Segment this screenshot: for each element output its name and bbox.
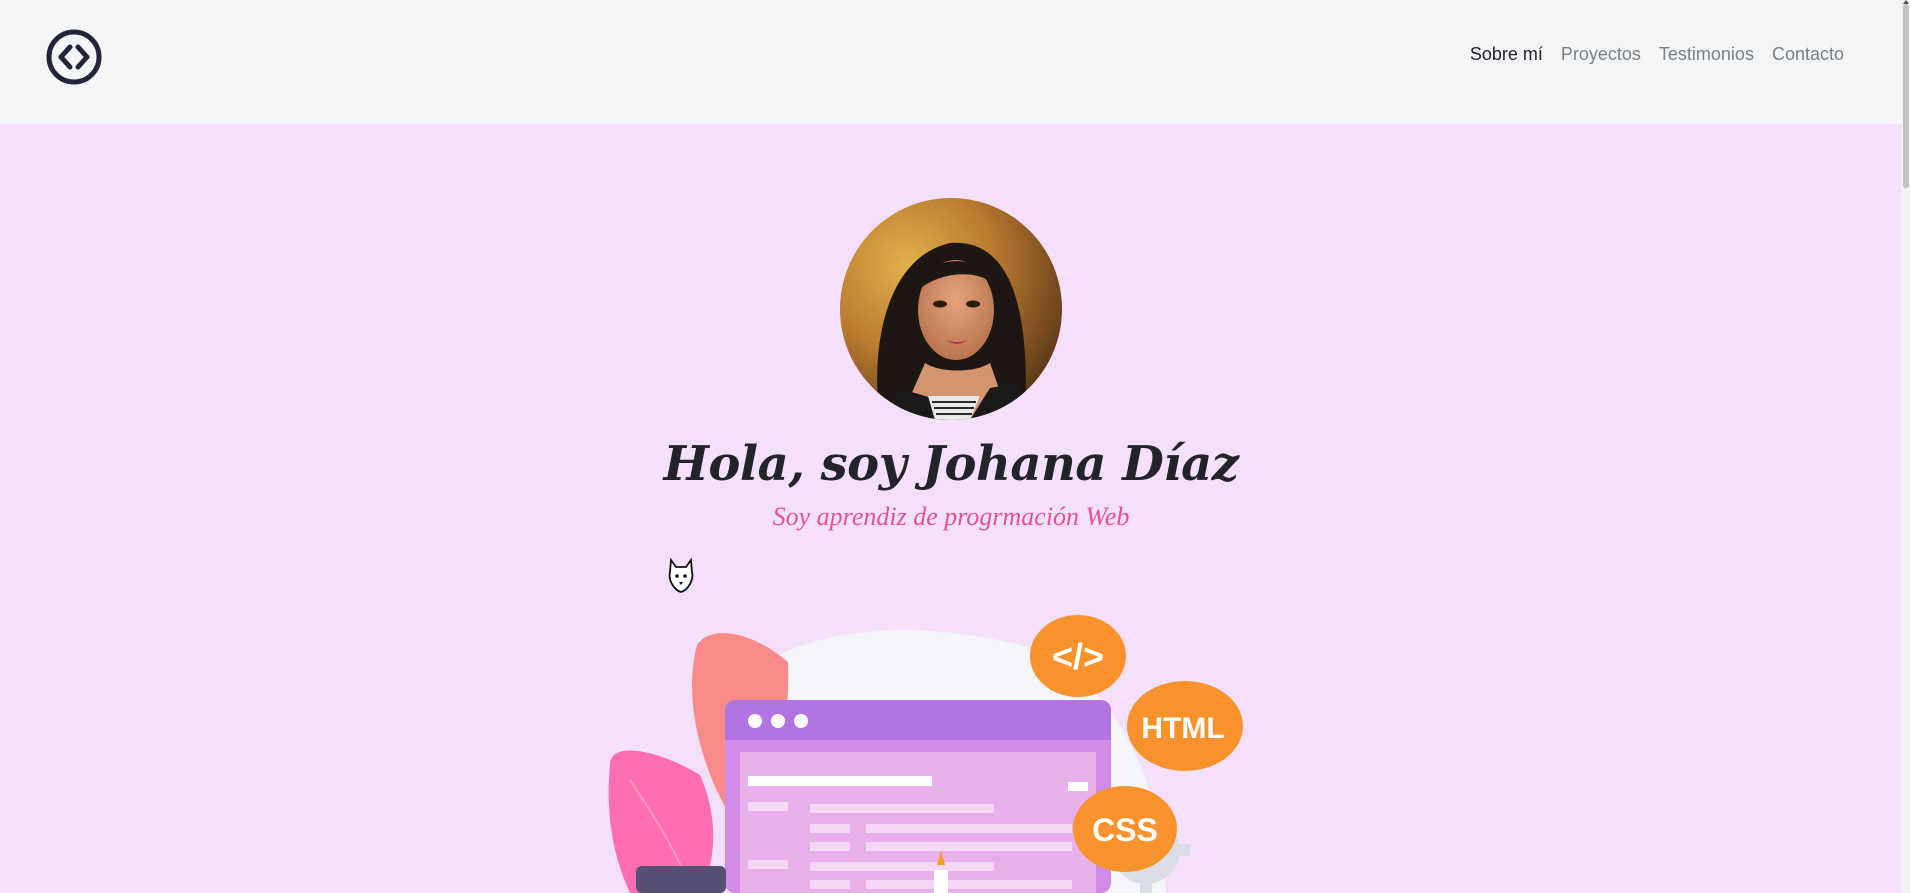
scrollbar[interactable]: [1902, 0, 1910, 893]
nav-item-proyectos[interactable]: Proyectos: [1561, 44, 1641, 65]
hero-subtitle: Soy aprendiz de progrmación Web: [772, 502, 1130, 531]
web-development-illustration: </> HTML CSS: [608, 615, 1243, 893]
svg-text:CSS: CSS: [1092, 812, 1158, 848]
svg-text:HTML: HTML: [1141, 712, 1224, 745]
code-badge: </>: [1030, 615, 1126, 697]
nav-item-testimonios[interactable]: Testimonios: [1659, 44, 1754, 65]
nav-item-contacto[interactable]: Contacto: [1772, 44, 1844, 65]
css-badge: CSS: [1073, 786, 1177, 872]
svg-text:</>: </>: [1052, 636, 1104, 677]
avatar: [840, 198, 1062, 420]
html-badge: HTML: [1127, 681, 1243, 771]
scrollbar-thumb[interactable]: [1903, 4, 1909, 188]
code-brackets-icon[interactable]: [46, 29, 102, 85]
navbar: Sobre mí Proyectos Testimonios Contacto: [0, 0, 1902, 124]
main-nav: Sobre mí Proyectos Testimonios Contacto: [1470, 44, 1844, 65]
nav-item-sobre-mi[interactable]: Sobre mí: [1470, 44, 1543, 65]
hero-title: Hola, soy Johana Díaz: [663, 436, 1239, 492]
wolf-cursor-icon: [668, 558, 694, 593]
